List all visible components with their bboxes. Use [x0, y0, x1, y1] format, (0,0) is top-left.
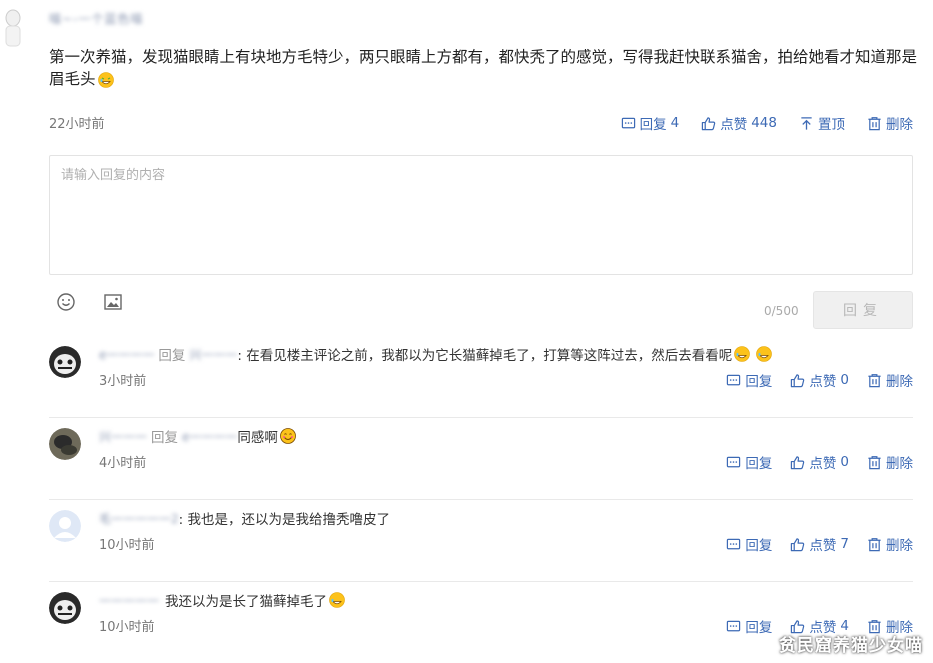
- main-comment-time: 22小时前: [49, 117, 105, 132]
- reply-label: 回复: [745, 620, 773, 636]
- reply-button[interactable]: 回复: [726, 616, 772, 636]
- trash-icon: [868, 537, 881, 551]
- thumbs-up-icon: [791, 373, 805, 387]
- avatar[interactable]: [49, 428, 81, 460]
- reply-time: 4小时前: [99, 456, 147, 471]
- like-label: 点赞: [720, 117, 748, 133]
- pin-button[interactable]: 置顶: [799, 113, 845, 133]
- reply-actions: 回复 点赞 0 删除: [708, 452, 913, 472]
- reply-username[interactable]: 兴一一一: [99, 428, 147, 445]
- main-comment-actions: 回复 4 点赞 448 置顶 删除: [599, 113, 913, 133]
- delete-button[interactable]: 删除: [867, 113, 913, 133]
- reply-icon: [727, 620, 741, 631]
- like-label: 点赞: [809, 456, 837, 472]
- grin-emoji-icon: [734, 346, 751, 362]
- reply-word: 回复: [151, 430, 179, 446]
- grin-emoji-icon: [97, 71, 114, 88]
- reply-label: 回复: [745, 374, 773, 390]
- like-count: 0: [840, 372, 849, 388]
- reply-line: 毛一一一一一2 : 我也是，还以为是我给撸秃噜皮了: [99, 508, 390, 529]
- thumbs-up-icon: [791, 537, 805, 551]
- watermark: 贫民窟养猫少女喵: [779, 636, 923, 656]
- reply-time: 3小时前: [99, 374, 147, 389]
- delete-button[interactable]: 删除: [867, 452, 913, 472]
- reply-line: e一一一一 回复 兴一一一 : 在看见楼主评论之前，我都以为它长猫藓掉毛了，打算…: [99, 344, 773, 364]
- grin-emoji-icon: [756, 346, 773, 362]
- reply-item: 兴一一一 回复 e一一一一 同感啊 4小时前 回复 点赞 0 删除: [49, 418, 913, 500]
- trash-icon: [868, 373, 881, 387]
- reply-icon: [727, 538, 741, 549]
- thumbs-up-icon: [702, 116, 716, 130]
- reply-username[interactable]: 毛一一一一一2: [99, 510, 179, 527]
- thumbs-up-icon: [791, 455, 805, 469]
- delete-label: 删除: [886, 117, 913, 133]
- reply-count: 4: [670, 115, 680, 131]
- reply-button[interactable]: 回复: [726, 452, 772, 472]
- reply-input[interactable]: [49, 155, 913, 275]
- like-count: 7: [840, 536, 849, 552]
- reply-label: 回复: [745, 456, 773, 472]
- smile-emoji-icon: [280, 428, 296, 444]
- reply-button[interactable]: 回复 4: [621, 113, 680, 133]
- trash-icon: [868, 455, 881, 469]
- reply-text: 我还以为是长了猫藓掉毛了: [165, 594, 328, 610]
- main-comment-text: 第一次养猫，发现猫眼睛上有块地方毛特少，两只眼睛上方都有，都快秃了的感觉，写得我…: [49, 46, 919, 90]
- main-avatar[interactable]: [2, 8, 24, 48]
- reply-to-username[interactable]: e一一一一: [182, 428, 237, 445]
- reply-to-username[interactable]: 兴一一一: [189, 346, 237, 363]
- like-count: 448: [751, 115, 777, 131]
- reply-text: : 我也是，还以为是我给撸秃噜皮了: [178, 512, 390, 528]
- char-counter: 0/500: [764, 304, 799, 318]
- avatar[interactable]: [49, 346, 81, 378]
- avatar[interactable]: [49, 510, 81, 542]
- reply-text: 同感啊: [237, 430, 278, 446]
- delete-button[interactable]: 删除: [867, 534, 913, 554]
- reply-line: 一一一一一 我还以为是长了猫藓掉毛了: [99, 590, 345, 610]
- reply-icon: [727, 374, 741, 385]
- like-count: 0: [840, 454, 849, 470]
- reply-label: 回复: [745, 538, 773, 554]
- grin-emoji-icon: [329, 592, 345, 608]
- reply-username[interactable]: 一一一一一: [99, 592, 159, 609]
- reply-word: 回复: [158, 348, 186, 364]
- pin-top-icon: [801, 116, 812, 130]
- reply-time: 10小时前: [99, 538, 155, 553]
- reply-actions: 回复 点赞 7 删除: [708, 534, 913, 554]
- delete-button[interactable]: 删除: [867, 370, 913, 390]
- like-button[interactable]: 点赞 0: [790, 370, 849, 390]
- delete-label: 删除: [886, 374, 913, 390]
- reply-username[interactable]: e一一一一: [99, 346, 154, 363]
- reply-button[interactable]: 回复: [726, 534, 772, 554]
- like-label: 点赞: [809, 538, 837, 554]
- reply-button[interactable]: 回复: [726, 370, 772, 390]
- reply-icon: [727, 456, 741, 467]
- pin-label: 置顶: [818, 117, 845, 133]
- delete-label: 删除: [886, 538, 913, 554]
- main-comment-body: 第一次养猫，发现猫眼睛上有块地方毛特少，两只眼睛上方都有，都快秃了的感觉，写得我…: [49, 48, 918, 88]
- delete-label: 删除: [886, 456, 913, 472]
- like-button[interactable]: 点赞 0: [790, 452, 849, 472]
- avatar[interactable]: [49, 592, 81, 624]
- trash-icon: [868, 116, 881, 130]
- reply-icon: [621, 117, 635, 128]
- reply-item: 毛一一一一一2 : 我也是，还以为是我给撸秃噜皮了 10小时前 回复 点赞 7 删…: [49, 500, 913, 582]
- reply-actions: 回复 点赞 0 删除: [708, 370, 913, 390]
- main-username[interactable]: 喵~-一个蓝色喵: [49, 10, 143, 27]
- like-button[interactable]: 点赞 7: [790, 534, 849, 554]
- like-label: 点赞: [809, 374, 837, 390]
- submit-reply-button[interactable]: 回复: [813, 291, 913, 329]
- like-button[interactable]: 点赞 448: [701, 113, 777, 133]
- reply-text: : 在看见楼主评论之前，我都以为它长猫藓掉毛了，打算等这阵过去，然后去看看呢: [237, 348, 733, 364]
- reply-item: e一一一一 回复 兴一一一 : 在看见楼主评论之前，我都以为它长猫藓掉毛了，打算…: [49, 336, 913, 418]
- reply-line: 兴一一一 回复 e一一一一 同感啊: [99, 426, 296, 446]
- reply-label: 回复: [639, 117, 667, 133]
- emoji-picker-icon[interactable]: [56, 292, 76, 312]
- image-upload-icon[interactable]: [103, 292, 123, 312]
- reply-time: 10小时前: [99, 620, 155, 635]
